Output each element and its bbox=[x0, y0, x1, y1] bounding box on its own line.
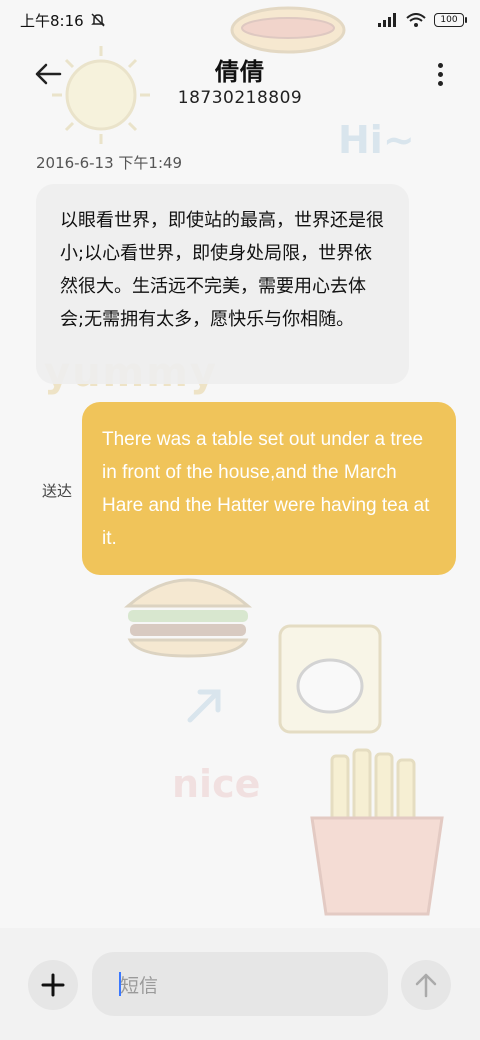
message-composer: 短信 bbox=[0, 928, 480, 1040]
outgoing-message-bubble[interactable]: There was a table set out under a tree i… bbox=[82, 402, 456, 575]
plus-icon bbox=[41, 973, 65, 997]
more-vertical-icon bbox=[437, 62, 443, 68]
message-input[interactable]: 短信 bbox=[92, 952, 388, 1016]
arrow-doodle-icon bbox=[187, 689, 221, 723]
outgoing-message-text: There was a table set out under a tree i… bbox=[102, 429, 430, 549]
battery-icon: 100 bbox=[434, 13, 467, 27]
signal-icon bbox=[378, 13, 396, 27]
text-caret bbox=[119, 972, 121, 996]
wallpaper-word-nice: nice bbox=[172, 762, 261, 806]
delivery-status: 送达 bbox=[42, 482, 73, 500]
battery-level: 100 bbox=[440, 15, 458, 25]
status-time: 上午8:16 bbox=[20, 11, 84, 30]
wifi-icon bbox=[406, 13, 426, 27]
add-attachment-button[interactable] bbox=[28, 960, 78, 1010]
send-button[interactable] bbox=[401, 960, 451, 1010]
conversation-header: 倩倩 18730218809 bbox=[0, 44, 480, 114]
more-options-button[interactable] bbox=[430, 56, 450, 92]
wallpaper-word-hi: Hi~ bbox=[338, 118, 415, 162]
status-bar: 上午8:16 100 bbox=[0, 0, 480, 40]
message-input-placeholder: 短信 bbox=[120, 974, 159, 997]
message-timestamp: 2016-6-13 下午1:49 bbox=[36, 154, 183, 172]
contact-phone-number: 18730218809 bbox=[177, 88, 303, 108]
fries-doodle-icon bbox=[310, 748, 444, 916]
contact-name: 倩倩 bbox=[215, 58, 265, 86]
mute-bell-icon bbox=[90, 13, 105, 27]
incoming-message-bubble[interactable]: 以眼看世界，即使站的最高，世界还是很小;以心看世界，即使身处局限，世界依然很大。… bbox=[36, 184, 409, 384]
burger-doodle-icon bbox=[123, 578, 253, 658]
send-arrow-icon bbox=[415, 973, 437, 998]
bag-doodle-icon bbox=[278, 624, 382, 734]
incoming-message-text: 以眼看世界，即使站的最高，世界还是很小;以心看世界，即使身处局限，世界依然很大。… bbox=[60, 210, 384, 330]
